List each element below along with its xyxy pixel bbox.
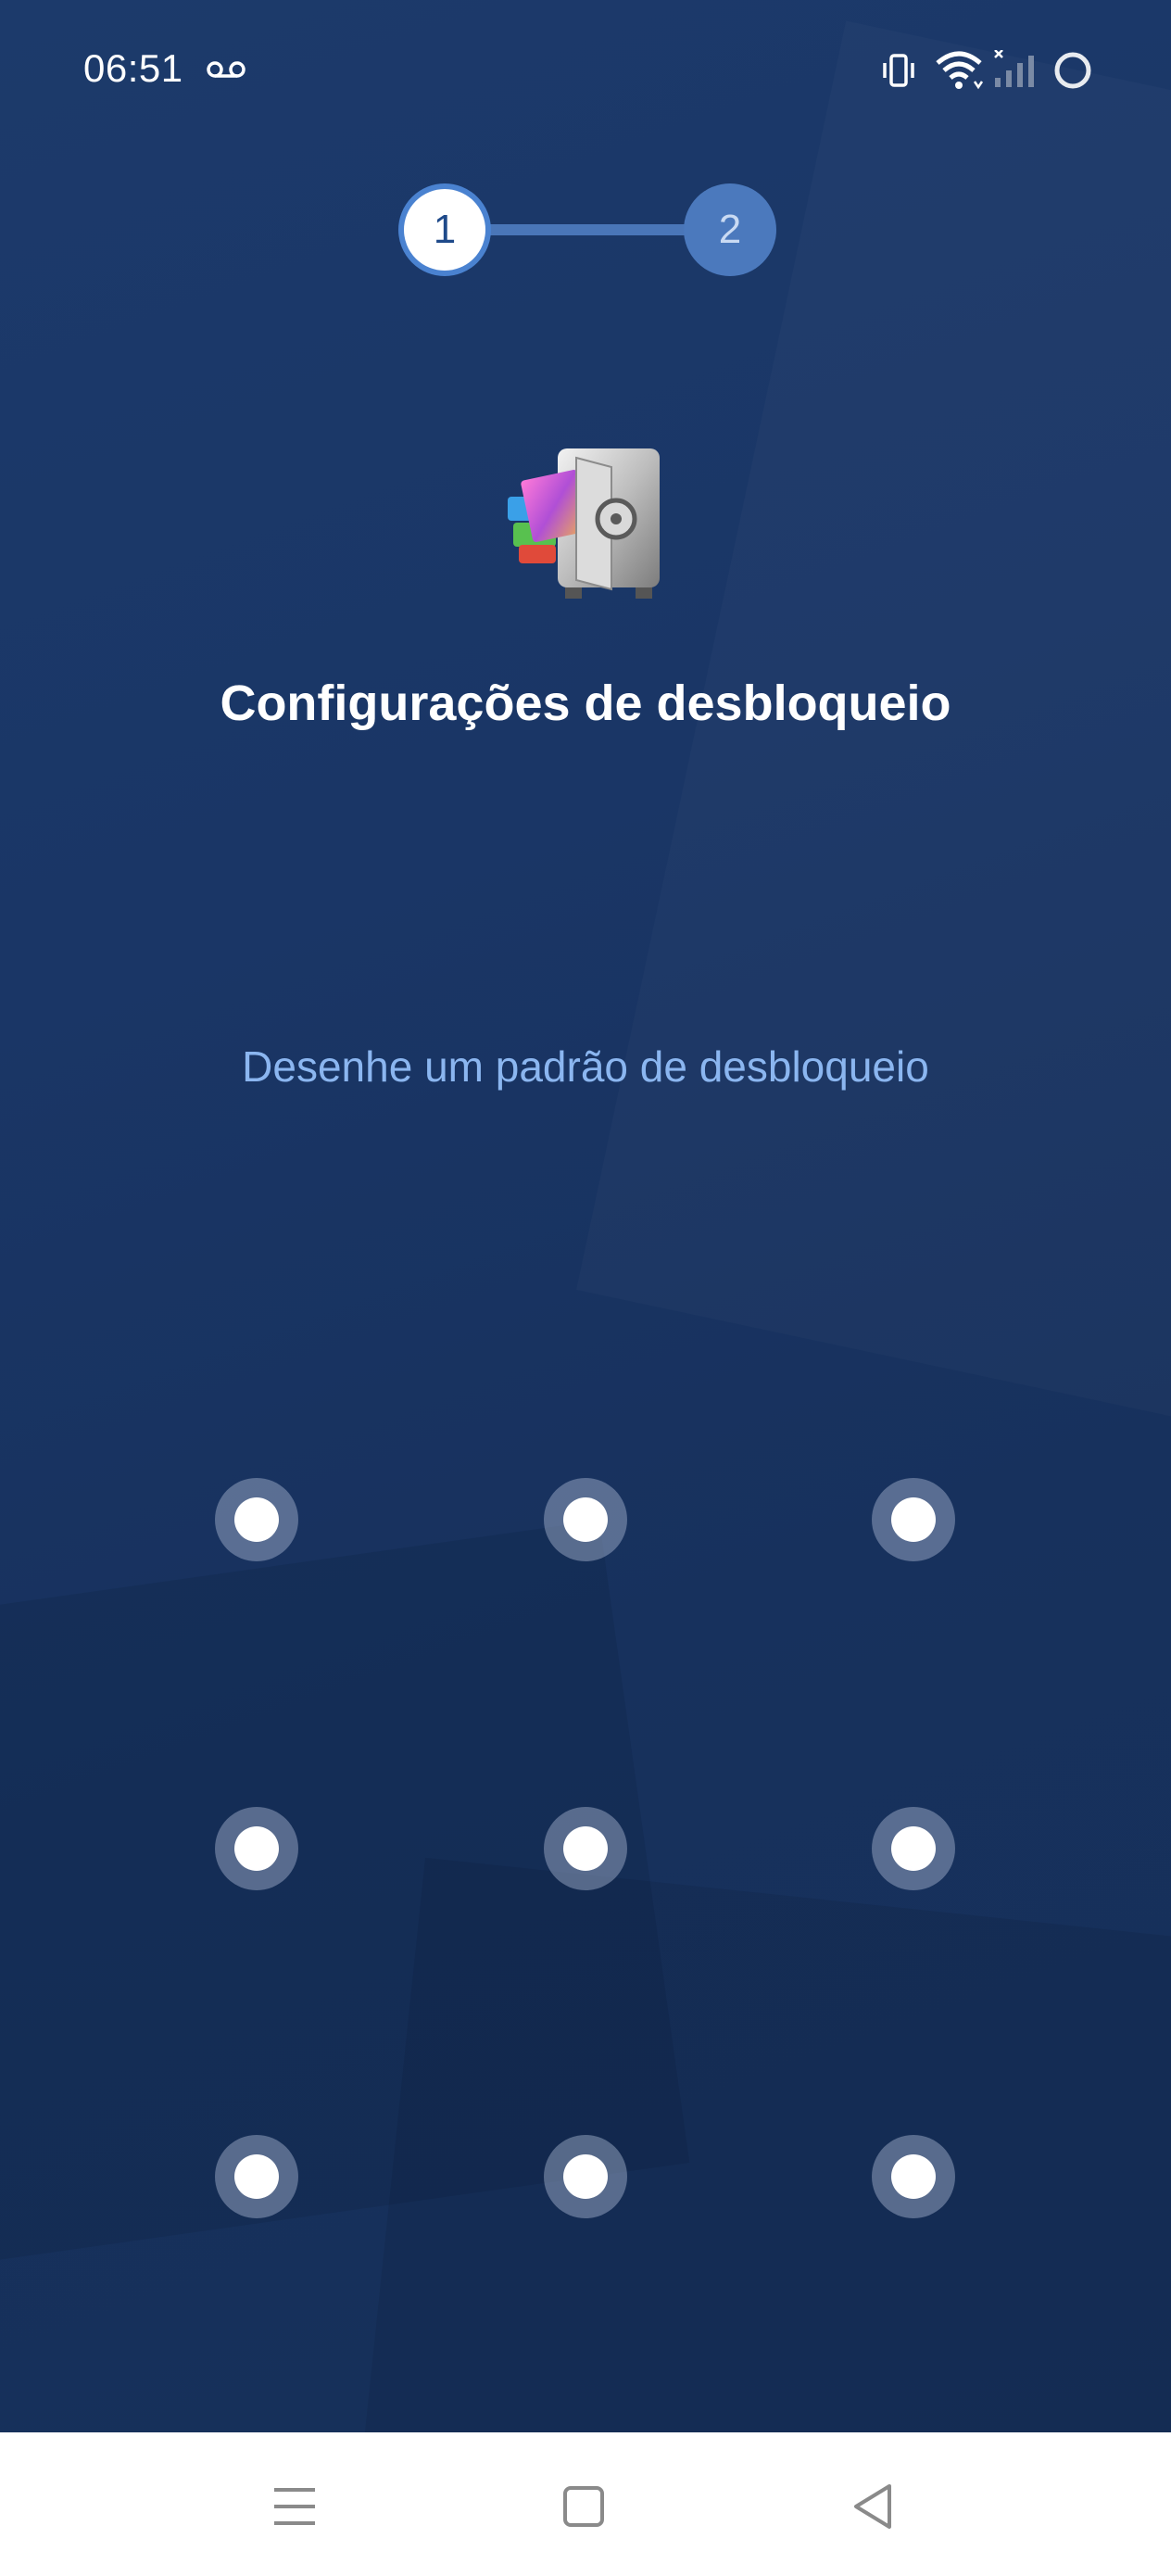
menu-icon[interactable] — [258, 2469, 332, 2544]
pattern-dot-8[interactable] — [544, 2135, 627, 2218]
pattern-dot-2[interactable] — [544, 1478, 627, 1561]
pattern-dot-6[interactable] — [872, 1807, 955, 1890]
pattern-dot-3[interactable] — [872, 1478, 955, 1561]
back-icon[interactable] — [836, 2469, 910, 2544]
pattern-dot-9[interactable] — [872, 2135, 955, 2218]
unlock-pattern-grid[interactable] — [0, 0, 1171, 2432]
pattern-dot-7[interactable] — [215, 2135, 298, 2218]
pattern-dot-1[interactable] — [215, 1478, 298, 1561]
pattern-dot-4[interactable] — [215, 1807, 298, 1890]
system-nav-bar — [0, 2432, 1171, 2576]
lock-setup-screen: 06:51 1 2 Configurações de desbloqueio D… — [0, 0, 1171, 2432]
pattern-dot-5[interactable] — [544, 1807, 627, 1890]
home-icon[interactable] — [547, 2469, 621, 2544]
